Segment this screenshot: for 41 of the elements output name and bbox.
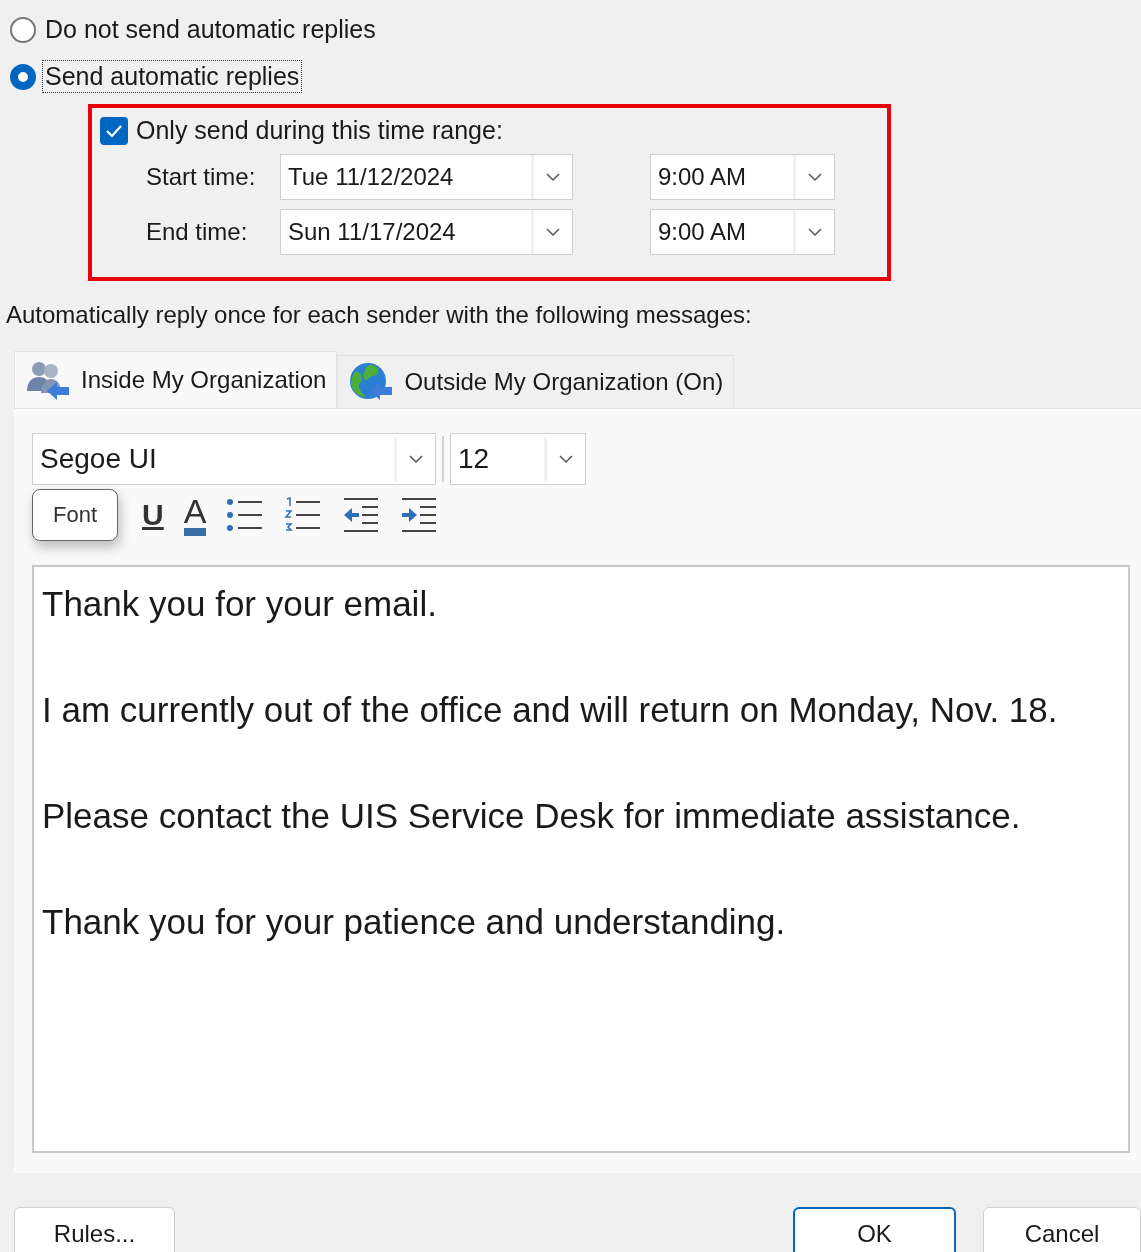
chevron-down-icon [559, 454, 573, 464]
time-dropdown[interactable]: 9:00 AM [650, 154, 835, 200]
tab[interactable]: Inside My Organization [14, 351, 338, 408]
checkmark-icon [105, 123, 123, 138]
decrease-indent-icon[interactable] [342, 497, 381, 533]
font-color-button[interactable]: A [183, 494, 207, 536]
font-size-dropdown[interactable]: 12 [450, 433, 586, 485]
field-label: Start time: [146, 163, 257, 191]
instruction-text: Automatically reply once for each sender with the following messages: [6, 301, 753, 329]
bullet-list-icon[interactable] [226, 497, 265, 533]
message-paragraph: I am currently out of the office and will return on Monday, Nov. 18. [42, 689, 1059, 731]
increase-indent-icon[interactable] [400, 497, 439, 533]
radio-button[interactable] [10, 63, 36, 90]
underline-button[interactable]: U [142, 500, 164, 530]
dialog-button[interactable]: OK [793, 1207, 956, 1252]
checkbox[interactable] [100, 116, 128, 145]
chevron-down-icon [546, 227, 560, 237]
tooltip: Font [32, 489, 119, 541]
message-paragraph: Thank you for your email. [42, 583, 438, 625]
chevron-down-icon [808, 172, 822, 182]
checkbox-label[interactable]: Only send during this time range: [136, 116, 503, 145]
globe-icon [348, 361, 395, 403]
message-paragraph: Please contact the UIS Service Desk for immediate assistance. [42, 795, 1022, 837]
time-dropdown[interactable]: 9:00 AM [650, 209, 835, 255]
chevron-down-icon [808, 227, 822, 237]
message-editor[interactable] [32, 565, 1130, 1153]
radio-button[interactable] [10, 16, 36, 43]
numbered-list-icon[interactable] [284, 497, 323, 533]
dialog-button[interactable]: Rules... [14, 1207, 175, 1252]
radio-label[interactable]: Send automatic replies [42, 60, 303, 93]
dialog-button[interactable]: Cancel [982, 1207, 1141, 1252]
chevron-down-icon [409, 454, 423, 464]
date-dropdown[interactable]: Sun 11/17/2024 [280, 209, 573, 255]
chevron-down-icon [546, 172, 560, 182]
field-label: End time: [146, 218, 249, 246]
tab[interactable]: Outside My Organization (On) [337, 355, 735, 408]
message-paragraph: Thank you for your patience and understanding. [42, 901, 787, 943]
font-dropdown[interactable]: Segoe UI [32, 433, 436, 485]
radio-label[interactable]: Do not send automatic replies [42, 13, 379, 46]
people-icon [25, 359, 71, 401]
date-dropdown[interactable]: Tue 11/12/2024 [280, 154, 573, 200]
